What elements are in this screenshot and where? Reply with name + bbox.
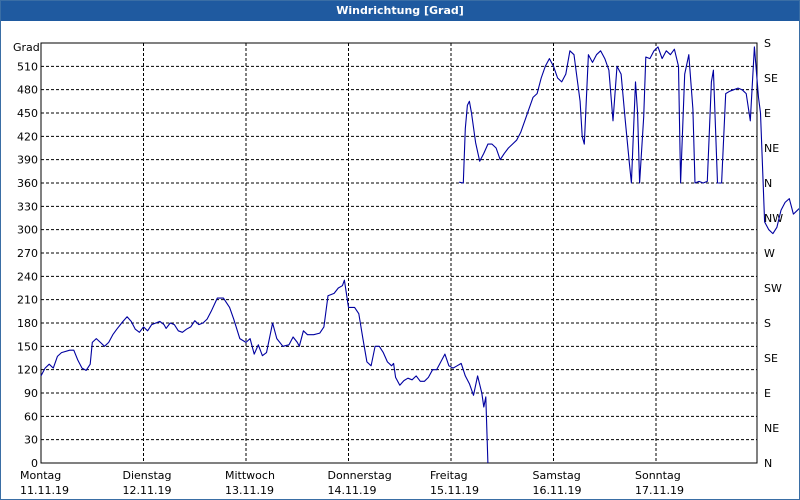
x-tick-date: 13.11.19: [225, 484, 274, 497]
chart-area: 0306090120150180210240270300330360390420…: [13, 37, 799, 497]
y2-tick-label: N: [764, 457, 772, 470]
y-tick-label: 90: [24, 387, 38, 400]
y-tick-label: 30: [24, 434, 38, 447]
y-tick-label: 450: [17, 107, 38, 120]
x-tick-date: 16.11.19: [533, 484, 582, 497]
y2-tick-label: SE: [764, 352, 778, 365]
y-tick-label: 420: [17, 130, 38, 143]
y2-tick-label: E: [764, 107, 771, 120]
y-tick-label: 240: [17, 270, 38, 283]
y-tick-label: 390: [17, 154, 38, 167]
y2-tick-label: W: [764, 247, 775, 260]
y-axis-label: Grad: [13, 41, 40, 54]
y-tick-label: 60: [24, 410, 38, 423]
y-tick-label: 270: [17, 247, 38, 260]
x-tick-date: 17.11.19: [635, 484, 684, 497]
y-tick-label: 210: [17, 294, 38, 307]
y-tick-label: 510: [17, 60, 38, 73]
y-tick-label: 300: [17, 224, 38, 237]
y-tick-label: 330: [17, 200, 38, 213]
x-tick-day: Samstag: [533, 469, 581, 482]
y-tick-label: 360: [17, 177, 38, 190]
y2-tick-label: E: [764, 387, 771, 400]
x-tick-day: Sonntag: [635, 469, 681, 482]
y-tick-label: 150: [17, 340, 38, 353]
y-tick-label: 120: [17, 364, 38, 377]
y2-tick-label: N: [764, 177, 772, 190]
x-tick-day: Dienstag: [123, 469, 172, 482]
y2-tick-label: NE: [764, 422, 779, 435]
y2-tick-label: SE: [764, 72, 778, 85]
y2-tick-label: NE: [764, 142, 779, 155]
y2-tick-label: SW: [764, 282, 782, 295]
x-tick-day: Freitag: [430, 469, 468, 482]
x-tick-date: 14.11.19: [328, 484, 377, 497]
y2-tick-label: S: [764, 317, 771, 330]
y2-tick-label: S: [764, 37, 771, 50]
x-tick-day: Donnerstag: [328, 469, 392, 482]
x-tick-date: 15.11.19: [430, 484, 479, 497]
x-tick-date: 12.11.19: [123, 484, 172, 497]
x-tick-day: Mittwoch: [225, 469, 275, 482]
y-tick-label: 180: [17, 317, 38, 330]
window-title: Windrichtung [Grad]: [1, 1, 799, 21]
x-tick-day: Montag: [20, 469, 61, 482]
y-tick-label: 480: [17, 84, 38, 97]
x-tick-date: 11.11.19: [20, 484, 69, 497]
chart-window: Windrichtung [Grad] 0 30 60 90 120 150 180 210 2…: [0, 0, 800, 500]
